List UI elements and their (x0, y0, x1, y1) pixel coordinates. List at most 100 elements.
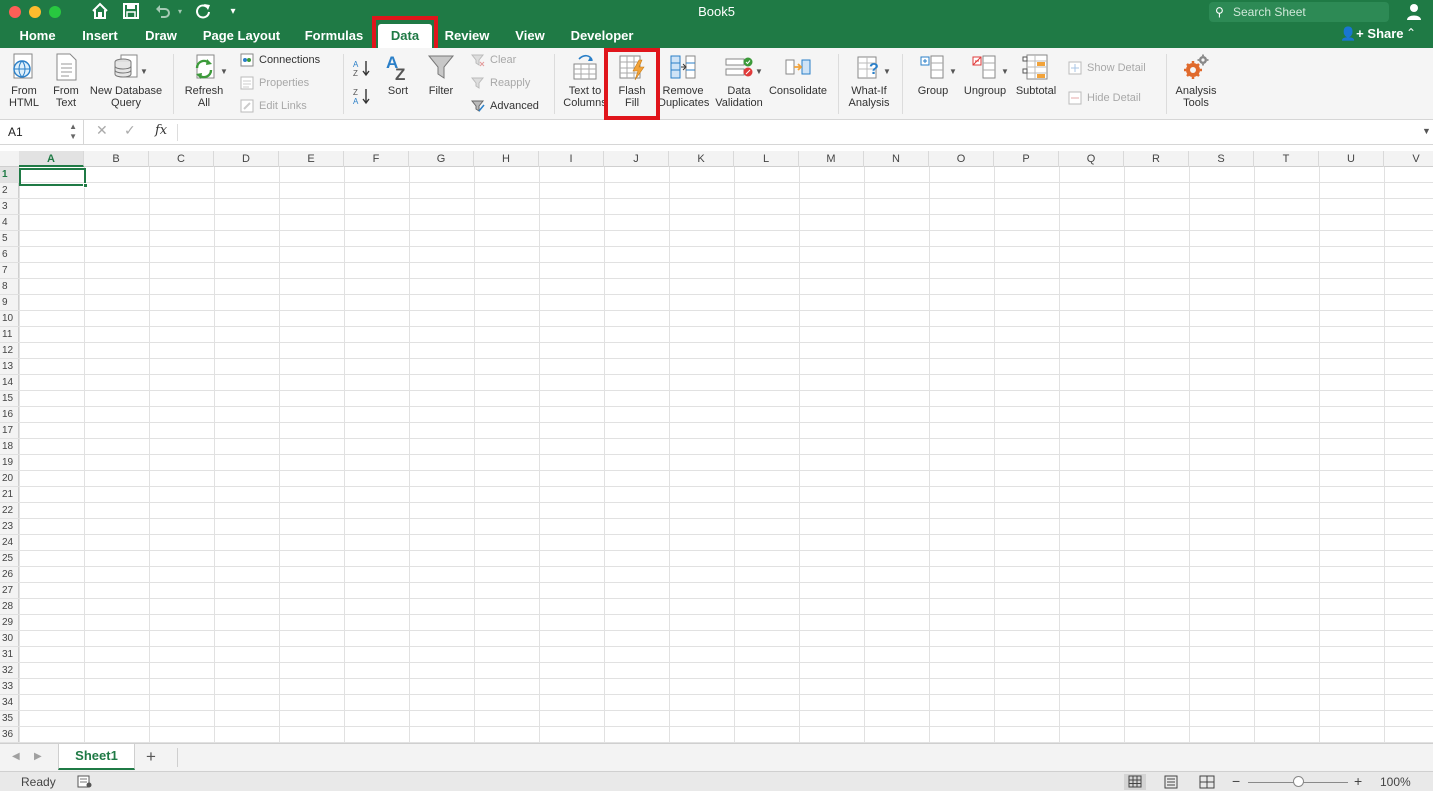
search-sheet-input[interactable]: ⚲ Search Sheet (1209, 2, 1389, 22)
tab-view[interactable]: View (504, 24, 556, 48)
what-if-analysis-button[interactable]: ? What-If Analysis (844, 52, 894, 109)
sort-a-to-z-button[interactable]: AZ (352, 58, 372, 78)
tab-page-layout[interactable]: Page Layout (194, 24, 289, 48)
confirm-formula-icon[interactable]: ✓ (124, 122, 136, 139)
row-header-23[interactable]: 23 (0, 519, 19, 535)
row-header-15[interactable]: 15 (0, 391, 19, 407)
group-dropdown-icon[interactable]: ▼ (949, 67, 957, 76)
column-header-c[interactable]: C (149, 151, 214, 167)
row-header-30[interactable]: 30 (0, 631, 19, 647)
cancel-formula-icon[interactable]: ✕ (96, 122, 108, 139)
row-header-19[interactable]: 19 (0, 455, 19, 471)
fill-handle[interactable] (83, 183, 88, 188)
tab-developer[interactable]: Developer (563, 24, 641, 48)
row-header-29[interactable]: 29 (0, 615, 19, 631)
row-header-11[interactable]: 11 (0, 327, 19, 343)
name-box[interactable]: A1 ▲ ▼ (0, 120, 84, 144)
row-header-2[interactable]: 2 (0, 183, 19, 199)
new-database-query-dropdown-icon[interactable]: ▼ (140, 67, 148, 76)
row-header-17[interactable]: 17 (0, 423, 19, 439)
tab-review[interactable]: Review (438, 24, 496, 48)
new-database-query-button[interactable]: New Database Query (88, 52, 164, 109)
row-header-13[interactable]: 13 (0, 359, 19, 375)
row-header-7[interactable]: 7 (0, 263, 19, 279)
hide-detail-button[interactable]: Hide Detail (1068, 89, 1141, 107)
tab-data[interactable]: Data (378, 24, 432, 48)
refresh-dropdown-icon[interactable]: ▼ (220, 67, 228, 76)
properties-button[interactable]: Properties (240, 74, 309, 92)
row-header-10[interactable]: 10 (0, 311, 19, 327)
row-header-8[interactable]: 8 (0, 279, 19, 295)
next-sheet-icon[interactable]: ▶ (34, 751, 42, 762)
account-icon[interactable] (1404, 2, 1424, 22)
row-header-36[interactable]: 36 (0, 727, 19, 743)
active-cell-a1[interactable] (19, 168, 88, 188)
column-header-j[interactable]: J (604, 151, 669, 167)
row-header-26[interactable]: 26 (0, 567, 19, 583)
tab-draw[interactable]: Draw (135, 24, 187, 48)
column-header-b[interactable]: B (84, 151, 149, 167)
column-header-q[interactable]: Q (1059, 151, 1124, 167)
column-header-n[interactable]: N (864, 151, 929, 167)
row-header-18[interactable]: 18 (0, 439, 19, 455)
row-header-25[interactable]: 25 (0, 551, 19, 567)
reapply-filter-button[interactable]: Reapply (471, 74, 530, 92)
edit-links-button[interactable]: Edit Links (240, 97, 307, 115)
row-header-32[interactable]: 32 (0, 663, 19, 679)
collapse-ribbon-icon[interactable]: ⌃ (1406, 26, 1416, 40)
column-header-d[interactable]: D (214, 151, 279, 167)
row-header-24[interactable]: 24 (0, 535, 19, 551)
column-header-m[interactable]: M (799, 151, 864, 167)
row-header-20[interactable]: 20 (0, 471, 19, 487)
row-header-27[interactable]: 27 (0, 583, 19, 599)
formula-input[interactable] (180, 120, 1415, 144)
tab-insert[interactable]: Insert (72, 24, 128, 48)
row-header-22[interactable]: 22 (0, 503, 19, 519)
insert-function-button[interactable]: fx (155, 123, 167, 138)
text-to-columns-button[interactable]: Text to Columns (562, 52, 608, 109)
column-header-p[interactable]: P (994, 151, 1059, 167)
macro-record-icon[interactable] (77, 775, 92, 788)
row-header-3[interactable]: 3 (0, 199, 19, 215)
row-header-34[interactable]: 34 (0, 695, 19, 711)
column-header-k[interactable]: K (669, 151, 734, 167)
subtotal-button[interactable]: Subtotal (1012, 52, 1060, 97)
page-break-view-button[interactable] (1196, 774, 1218, 790)
what-if-dropdown-icon[interactable]: ▼ (883, 67, 891, 76)
connections-button[interactable]: Connections (240, 51, 320, 69)
row-header-28[interactable]: 28 (0, 599, 19, 615)
column-header-g[interactable]: G (409, 151, 474, 167)
analysis-tools-button[interactable]: Analysis Tools (1172, 52, 1220, 109)
row-header-21[interactable]: 21 (0, 487, 19, 503)
row-header-6[interactable]: 6 (0, 247, 19, 263)
add-sheet-button[interactable]: + (146, 746, 156, 768)
column-header-r[interactable]: R (1124, 151, 1189, 167)
row-header-16[interactable]: 16 (0, 407, 19, 423)
from-text-button[interactable]: From Text (46, 52, 86, 109)
row-header-35[interactable]: 35 (0, 711, 19, 727)
row-header-5[interactable]: 5 (0, 231, 19, 247)
tab-home[interactable]: Home (10, 24, 65, 48)
advanced-filter-button[interactable]: Advanced (471, 97, 539, 115)
previous-sheet-icon[interactable]: ◀ (12, 751, 20, 762)
row-header-31[interactable]: 31 (0, 647, 19, 663)
row-header-14[interactable]: 14 (0, 375, 19, 391)
zoom-level[interactable]: 100% (1380, 775, 1411, 789)
page-layout-view-button[interactable] (1160, 774, 1182, 790)
consolidate-button[interactable]: Consolidate (766, 52, 830, 97)
zoom-in-button[interactable]: + (1354, 773, 1362, 789)
column-header-i[interactable]: I (539, 151, 604, 167)
expand-formula-bar-icon[interactable]: ▼ (1422, 126, 1431, 136)
sort-z-to-a-button[interactable]: ZA (352, 86, 372, 106)
row-header-9[interactable]: 9 (0, 295, 19, 311)
ungroup-dropdown-icon[interactable]: ▼ (1001, 67, 1009, 76)
cell-area[interactable] (19, 167, 1433, 743)
column-header-u[interactable]: U (1319, 151, 1384, 167)
share-button[interactable]: 👤+ Share (1340, 24, 1404, 46)
show-detail-button[interactable]: Show Detail (1068, 59, 1146, 77)
filter-button[interactable]: Filter (422, 52, 460, 97)
column-header-a[interactable]: A (19, 151, 84, 167)
zoom-out-button[interactable]: − (1232, 773, 1240, 789)
column-header-o[interactable]: O (929, 151, 994, 167)
flash-fill-button[interactable]: Flash Fill (612, 52, 652, 109)
